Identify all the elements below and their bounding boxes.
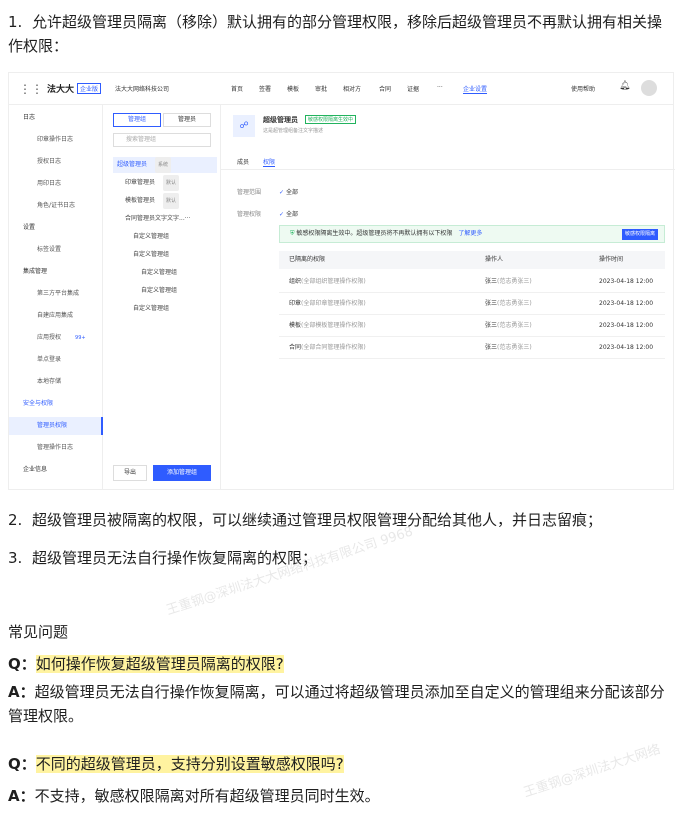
- sidebar-item[interactable]: 用印日志: [9, 175, 103, 193]
- nav-item[interactable]: 证据: [407, 84, 419, 93]
- nav-item[interactable]: 签署: [259, 84, 271, 93]
- tree-node[interactable]: 自定义管理组: [113, 229, 169, 245]
- tab-permissions[interactable]: 权限: [263, 157, 276, 167]
- detail-panel: ☍ 超级管理员 敏感权限隔离生效中 这是超管理组备注文字描述 成员 权限 管理范…: [221, 105, 675, 489]
- nav-item[interactable]: 审批: [315, 84, 327, 93]
- perm-label: 管理权限: [237, 211, 262, 218]
- app-grid-icon[interactable]: ⋮⋮: [19, 82, 43, 96]
- detail-title: 超级管理员: [263, 116, 298, 124]
- count-badge: 99+: [75, 335, 86, 341]
- sidebar-item[interactable]: 角色/证书日志: [9, 197, 103, 215]
- bell-icon[interactable]: 🔔︎: [619, 81, 630, 91]
- sidebar-section-company[interactable]: 企业信息: [9, 461, 103, 479]
- isolation-button[interactable]: 敏感权限隔离: [621, 229, 658, 240]
- nav-item[interactable]: 相对方: [343, 84, 361, 93]
- logo-badge: 企业版: [77, 83, 102, 94]
- check-icon: ✓: [279, 189, 286, 196]
- faq-question-1: Q：如何操作恢复超级管理员隔离的权限?: [8, 655, 284, 673]
- scope-label: 管理范围: [237, 189, 262, 196]
- sidebar-item[interactable]: 授权日志: [9, 153, 103, 171]
- company-switch[interactable]: 法大大网络科技公司: [115, 84, 169, 93]
- nav-item[interactable]: 首页: [231, 84, 243, 93]
- table-row: 印章(全部印章管理操作权限) 张三(范志勇张三) 2023-04-18 12:0…: [279, 293, 665, 315]
- isolation-banner: ⛨ 敏感权限隔离生效中。超级管理员将不再默认拥有以下权限 了解更多 敏感权限隔离: [279, 225, 665, 243]
- sidebar-item[interactable]: 应用授权 99+: [9, 329, 103, 347]
- item-3: 3. 超级管理员无法自行操作恢复隔离的权限；: [8, 549, 318, 567]
- sidebar-item[interactable]: 自建应用集成: [9, 307, 103, 325]
- scope-value: ✓ 全部: [279, 189, 298, 196]
- export-button[interactable]: 导出: [113, 465, 147, 481]
- tree-node-super-admin[interactable]: 超级管理员 系统: [113, 157, 217, 173]
- detail-desc: 这是超管理组备注文字描述: [263, 128, 324, 134]
- tree-node[interactable]: 自定义管理组: [113, 283, 177, 299]
- sidebar-section-log[interactable]: 日志: [9, 109, 103, 127]
- tab-members[interactable]: 成员: [237, 157, 249, 166]
- sidebar-item[interactable]: 管理操作日志: [9, 439, 103, 457]
- sidebar-section-settings[interactable]: 设置: [9, 219, 103, 237]
- faq-answer-1: A：超级管理员无法自行操作恢复隔离，可以通过将超级管理员添加至自定义的管理组来分…: [8, 683, 665, 725]
- sidebar: 日志 印章操作日志 授权日志 用印日志 角色/证书日志 设置 标签设置 集成管理…: [9, 105, 103, 489]
- avatar[interactable]: [641, 80, 657, 96]
- nav-item[interactable]: ···: [437, 84, 443, 91]
- group-icon: ☍: [233, 115, 255, 137]
- group-panel: 管理组 管理员 搜索管理组 超级管理员 系统 印章管理员 默认 模板管理员 默认 合同…: [103, 105, 221, 489]
- tab-groups[interactable]: 管理组: [113, 113, 161, 127]
- tree-node[interactable]: 自定义管理组: [113, 301, 169, 317]
- sidebar-item[interactable]: 印章操作日志: [9, 131, 103, 149]
- tab-admins[interactable]: 管理员: [163, 113, 211, 127]
- table-row: 合同(全部合同管理操作权限) 张三(范志勇张三) 2023-04-18 12:0…: [279, 337, 665, 359]
- table-header: 已隔离的权限 操作人 操作时间: [279, 251, 665, 269]
- sidebar-item[interactable]: 标签设置: [9, 241, 103, 259]
- isolation-badge: 敏感权限隔离生效中: [305, 115, 357, 124]
- faq-title: 常见问题: [8, 623, 69, 641]
- nav-item-active[interactable]: 企业设置: [463, 84, 488, 94]
- learn-more-link[interactable]: 了解更多: [458, 230, 482, 237]
- top-bar: ⋮⋮ 法大大 企业版 法大大网络科技公司 首页 签署 模板 审批 相对方 合同 …: [9, 73, 673, 105]
- tree-node[interactable]: 印章管理员 默认: [113, 175, 180, 191]
- logo: 法大大: [47, 85, 75, 95]
- item-2: 2. 超级管理员被隔离的权限，可以继续通过管理员权限管理分配给其他人，并日志留痕；: [8, 511, 603, 529]
- screenshot-admin-settings: ⋮⋮ 法大大 企业版 法大大网络科技公司 首页 签署 模板 审批 相对方 合同 …: [8, 72, 675, 490]
- tree-node[interactable]: 合同管理员文字文字...···: [113, 211, 190, 227]
- perm-value: ✓ 全部: [279, 211, 298, 218]
- tree-node[interactable]: 模板管理员 默认: [113, 193, 180, 209]
- sidebar-item[interactable]: 单点登录: [9, 351, 103, 369]
- item-1: 1. 允许超级管理员隔离（移除）默认拥有的部分管理权限，移除后超级管理员不再默认拥…: [8, 13, 663, 55]
- sidebar-section-integration[interactable]: 集成管理: [9, 263, 103, 281]
- sidebar-item-admin-permission[interactable]: 管理员权限: [9, 417, 103, 435]
- sidebar-section-security[interactable]: 安全与权限: [9, 395, 103, 413]
- faq-answer-2: A：不支持，敏感权限隔离对所有超级管理员同时生效。: [8, 787, 380, 805]
- faq-question-2: Q：不同的超级管理员，支持分别设置敏感权限吗?: [8, 755, 344, 773]
- sidebar-item[interactable]: 第三方平台集成: [9, 285, 103, 303]
- add-group-button[interactable]: 添加管理组: [153, 465, 211, 481]
- sidebar-item[interactable]: 本地存储: [9, 373, 103, 391]
- help-link[interactable]: 使用帮助: [571, 84, 595, 93]
- search-input[interactable]: 搜索管理组: [113, 133, 211, 147]
- tree-node[interactable]: 自定义管理组: [113, 265, 177, 281]
- check-icon: ✓: [279, 211, 286, 218]
- table-row: 模板(全部模板管理操作权限) 张三(范志勇张三) 2023-04-18 12:0…: [279, 315, 665, 337]
- nav-item[interactable]: 合同: [379, 84, 391, 93]
- table-row: 组织(全部组织管理操作权限) 张三(范志勇张三) 2023-04-18 12:0…: [279, 271, 665, 293]
- nav-item[interactable]: 模板: [287, 84, 299, 93]
- tree-node[interactable]: 自定义管理组: [113, 247, 169, 263]
